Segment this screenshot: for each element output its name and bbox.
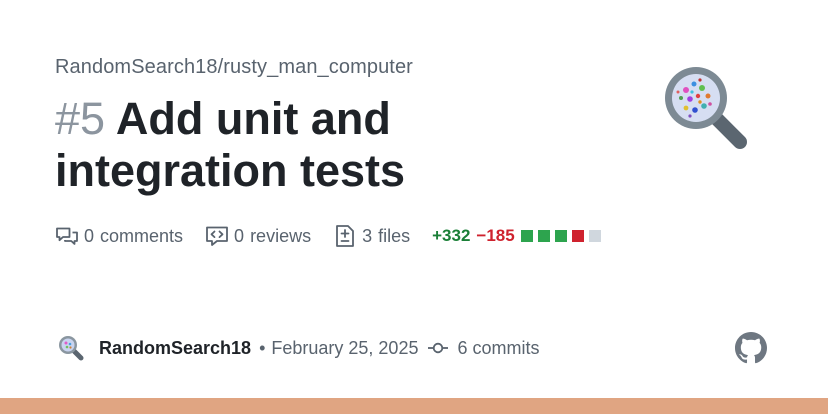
git-commit-icon	[427, 337, 449, 359]
reviews-label: reviews	[250, 225, 312, 246]
language-color-bar	[0, 398, 828, 414]
author-line: RandomSearch18 • February 25, 2025 6 com…	[57, 334, 539, 362]
diff-block-green	[520, 230, 533, 242]
author-avatar[interactable]	[57, 334, 85, 362]
diff-block-green	[537, 230, 550, 242]
pr-title: #5 Add unit and integration tests	[55, 93, 615, 197]
commits-count: 6 commits	[457, 337, 540, 358]
comments-stat: 0 comments	[55, 224, 183, 248]
author-name[interactable]: RandomSearch18	[99, 338, 251, 359]
github-mark-icon[interactable]	[735, 332, 767, 364]
reviews-stat: 0 reviews	[205, 224, 311, 248]
additions-count: +332	[432, 226, 471, 245]
diff-block-red	[571, 230, 584, 242]
diff-block-green	[554, 230, 567, 242]
diff-blocks	[520, 230, 606, 242]
reviews-count: 0	[234, 225, 245, 246]
comments-label: comments	[100, 225, 184, 246]
code-review-icon	[205, 224, 229, 248]
files-count: 3	[362, 225, 373, 246]
deletions-count: −185	[476, 226, 515, 245]
pr-social-card: RandomSearch18/rusty_man_computer #5 Add…	[0, 0, 828, 414]
diff-block-gray	[588, 230, 601, 242]
pr-stats: 0 comments 0 reviews 3 files +332 −185	[55, 223, 606, 249]
repo-name[interactable]: RandomSearch18/rusty_man_computer	[55, 56, 413, 79]
files-label: files	[378, 225, 411, 246]
comments-count: 0	[84, 225, 95, 246]
file-diff-icon	[333, 224, 357, 248]
repo-owner-avatar	[664, 66, 750, 152]
pr-date: February 25, 2025	[271, 337, 419, 358]
comment-discussion-icon	[55, 224, 79, 248]
separator-dot: •	[259, 337, 266, 358]
files-stat: 3 files	[333, 224, 410, 248]
diff-stat: +332 −185	[432, 226, 606, 246]
pr-number: #5	[55, 93, 106, 144]
pr-title-text: Add unit and integration tests	[55, 93, 406, 196]
